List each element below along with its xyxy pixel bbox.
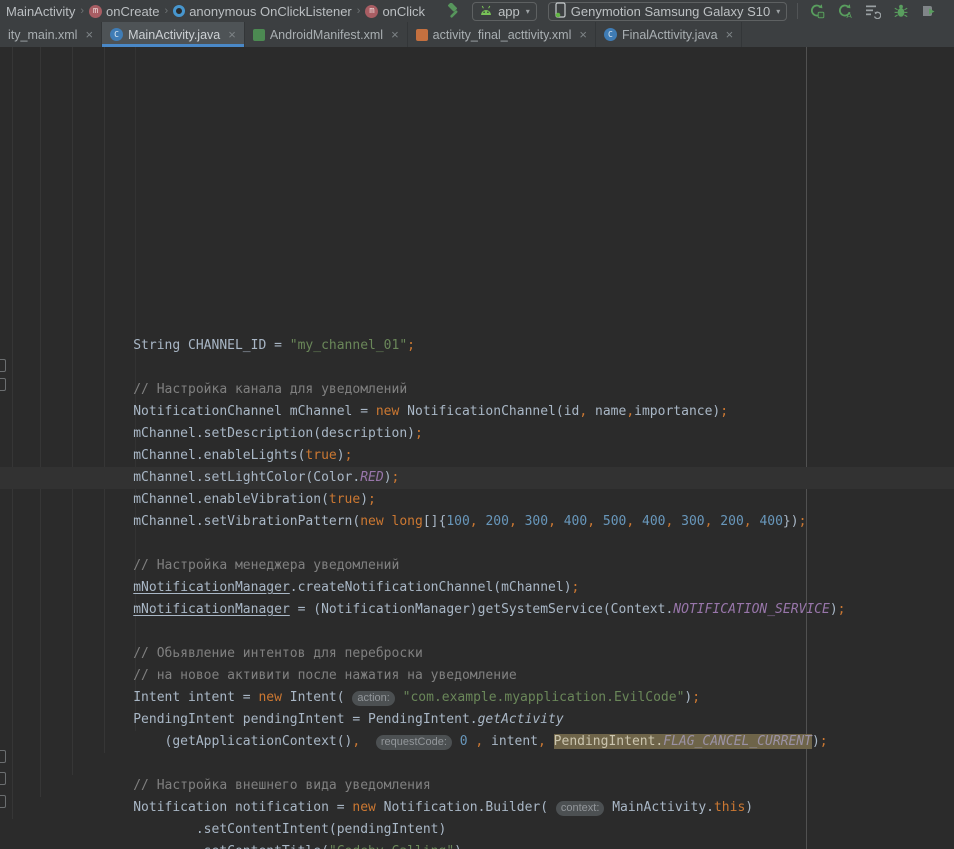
code-line[interactable]: .setContentTitle("Codeby Calling") xyxy=(0,841,954,849)
code-line[interactable]: NotificationChannel mChannel = new Notif… xyxy=(0,401,954,423)
run-configuration-dropdown[interactable]: app ▾ xyxy=(472,2,537,21)
anonymous-class-icon xyxy=(173,5,185,17)
code-line[interactable]: (getApplicationContext(), requestCode: 0… xyxy=(0,731,954,753)
code-line[interactable]: // Настройка канала для уведомлений xyxy=(0,379,954,401)
code-line[interactable]: String CHANNEL_ID = "my_channel_01"; xyxy=(0,335,954,357)
rerun-icon[interactable] xyxy=(809,3,825,19)
gutter-fold-marker xyxy=(0,359,6,372)
code-editor[interactable]: String CHANNEL_ID = "my_channel_01"; // … xyxy=(0,47,954,849)
tab-label: ity_main.xml xyxy=(8,28,77,42)
editor-tab[interactable]: C FinalActtivity.java × xyxy=(596,22,742,47)
code-line[interactable]: mChannel.enableLights(true); xyxy=(0,445,954,467)
code-line[interactable]: .setContentIntent(pendingIntent) xyxy=(0,819,954,841)
editor-tab[interactable]: AndroidManifest.xml × xyxy=(245,22,408,47)
code-line[interactable]: Intent intent = new Intent( action: "com… xyxy=(0,687,954,709)
breadcrumb-item[interactable]: m onCreate xyxy=(87,4,161,19)
code-line[interactable]: Notification notification = new Notifica… xyxy=(0,797,954,819)
code-line[interactable]: PendingIntent pendingIntent = PendingInt… xyxy=(0,709,954,731)
breadcrumb-item[interactable]: MainActivity xyxy=(4,4,77,19)
gutter-fold-marker xyxy=(0,750,6,763)
svg-text:A: A xyxy=(847,11,853,19)
layout-xml-icon xyxy=(416,29,428,41)
editor-tab[interactable]: C MainActivity.java × xyxy=(102,22,245,47)
chevron-down-icon: ▾ xyxy=(526,7,530,16)
editor-tab[interactable]: activity_final_acttivity.xml × xyxy=(408,22,596,47)
parameter-hint: action: xyxy=(352,691,394,706)
java-class-icon: C xyxy=(604,28,617,41)
apply-code-changes-icon[interactable]: A xyxy=(837,3,853,19)
code-line[interactable]: mNotificationManager = (NotificationMana… xyxy=(0,599,954,621)
chevron-down-icon: ▾ xyxy=(776,7,780,16)
code-line[interactable] xyxy=(0,357,954,379)
code-line[interactable] xyxy=(0,621,954,643)
parameter-hint: context: xyxy=(556,801,605,816)
tab-label: activity_final_acttivity.xml xyxy=(433,28,572,42)
code-line[interactable]: mChannel.setLightColor(Color.RED); xyxy=(0,467,954,489)
code-line[interactable]: // Обьявление интентов для переброски xyxy=(0,643,954,665)
parameter-hint: requestCode: xyxy=(376,735,452,750)
tab-close-icon[interactable]: × xyxy=(579,28,587,41)
code-line[interactable]: // Настройка менеджера уведомлений xyxy=(0,555,954,577)
breadcrumb-item[interactable]: m onClick xyxy=(363,4,427,19)
breadcrumb-separator: › xyxy=(165,5,169,17)
breadcrumb-label: onClick xyxy=(382,4,425,19)
method-icon: m xyxy=(365,5,378,18)
profiler-icon[interactable] xyxy=(865,3,881,19)
toolbar-action-icons: A xyxy=(809,3,954,19)
breadcrumb: MainActivity › m onCreate › anonymous OnClick… xyxy=(4,4,427,19)
code-line[interactable] xyxy=(0,753,954,775)
tab-label: AndroidManifest.xml xyxy=(270,28,383,42)
android-icon xyxy=(479,4,493,19)
editor-tab[interactable]: ity_main.xml × xyxy=(0,22,102,47)
java-class-icon: C xyxy=(110,28,123,41)
code-line[interactable]: mChannel.enableVibration(true); xyxy=(0,489,954,511)
tab-close-icon[interactable]: × xyxy=(85,28,93,41)
code-line[interactable]: // на новое активити после нажатия на ув… xyxy=(0,665,954,687)
breadcrumb-separator: › xyxy=(357,5,361,17)
code-line[interactable]: mChannel.setDescription(description); xyxy=(0,423,954,445)
breadcrumb-label: MainActivity xyxy=(6,4,75,19)
code-line[interactable]: mNotificationManager.createNotificationC… xyxy=(0,577,954,599)
manifest-icon xyxy=(253,29,265,41)
gutter-fold-marker xyxy=(0,795,6,808)
tab-close-icon[interactable]: × xyxy=(391,28,399,41)
code-line[interactable]: mChannel.setVibrationPattern(new long[]{… xyxy=(0,511,954,533)
run-configuration-label: app xyxy=(498,4,520,19)
main-toolbar: MainActivity › m onCreate › anonymous OnClick… xyxy=(0,0,954,22)
tab-label: FinalActtivity.java xyxy=(622,28,718,42)
code-line[interactable]: // Настройка внешнего вида уведомления xyxy=(0,775,954,797)
toolbar-separator xyxy=(797,3,798,19)
tab-label: MainActivity.java xyxy=(128,28,220,42)
attach-debugger-icon[interactable] xyxy=(921,3,937,19)
breadcrumb-label: anonymous OnClickListener xyxy=(189,4,352,19)
device-selector-label: Genymotion Samsung Galaxy S10 xyxy=(571,4,770,19)
code-line[interactable] xyxy=(0,533,954,555)
tab-close-icon[interactable]: × xyxy=(726,28,734,41)
debug-icon[interactable] xyxy=(893,3,909,19)
build-hammer-icon[interactable] xyxy=(445,3,461,19)
breadcrumb-separator: › xyxy=(80,5,84,17)
tab-close-icon[interactable]: × xyxy=(228,28,236,41)
breadcrumb-item[interactable]: anonymous OnClickListener xyxy=(171,4,354,19)
breadcrumb-label: onCreate xyxy=(106,4,159,19)
phone-icon xyxy=(555,2,566,21)
editor-tab-bar: ity_main.xml×CMainActivity.java×AndroidM… xyxy=(0,22,954,47)
gutter-fold-marker xyxy=(0,772,6,785)
device-selector-dropdown[interactable]: Genymotion Samsung Galaxy S10 ▾ xyxy=(548,2,787,21)
method-icon: m xyxy=(89,5,102,18)
gutter-fold-marker xyxy=(0,378,6,391)
